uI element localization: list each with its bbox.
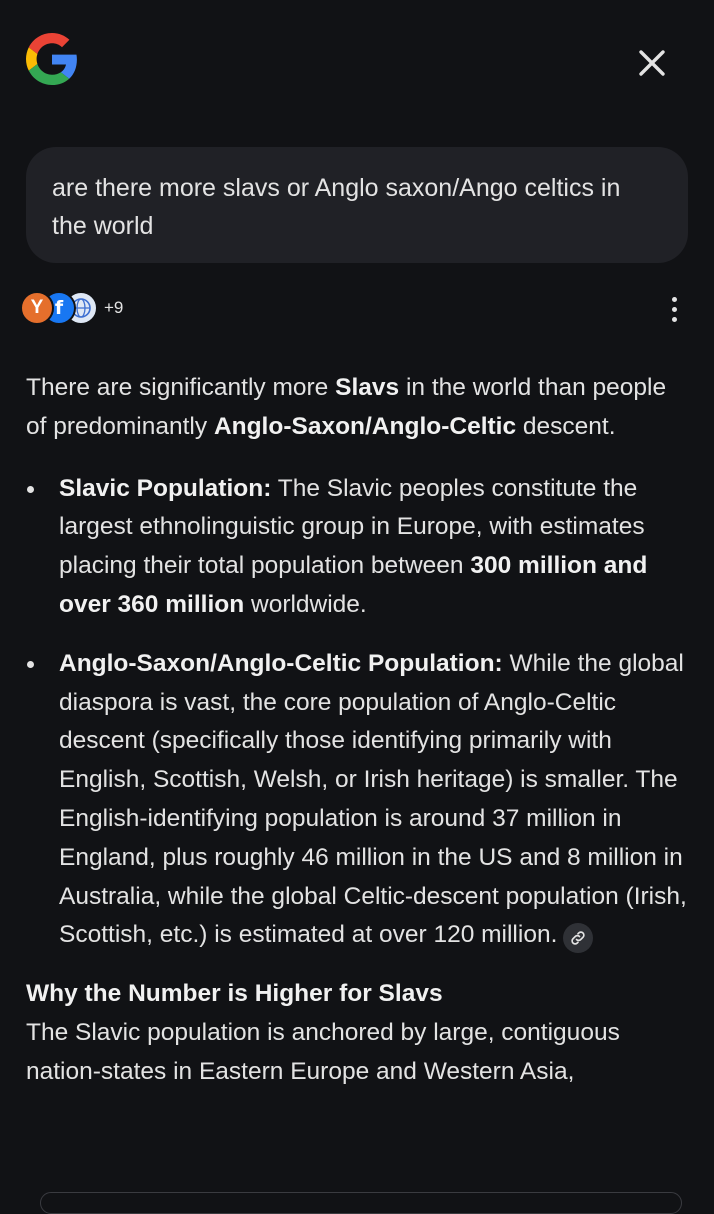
sources-button[interactable]: Y f +9 (20, 290, 123, 326)
ai-answer: There are significantly more Slavs in th… (26, 369, 688, 1092)
link-icon (571, 931, 586, 946)
close-icon (639, 50, 665, 76)
answer-intro: There are significantly more Slavs in th… (26, 374, 667, 440)
bullet-anglo-population: Anglo-Saxon/Anglo-Celtic Population: Whi… (26, 645, 688, 955)
close-button[interactable] (630, 41, 674, 85)
google-logo-icon (26, 33, 78, 85)
more-vert-button[interactable] (660, 292, 688, 326)
answer-bullet-list: Slavic Population: The Slavic peoples co… (26, 470, 688, 956)
more-vert-icon (671, 296, 677, 302)
user-query-bubble: are there more slavs or Anglo saxon/Ango… (26, 147, 688, 263)
section-paragraph: The Slavic population is anchored by lar… (26, 1018, 620, 1085)
section-heading: Why the Number is Higher for Slavs (26, 980, 443, 1008)
bullet-slavic-population: Slavic Population: The Slavic peoples co… (26, 470, 688, 625)
user-query-text: are there more slavs or Anglo saxon/Ango… (52, 174, 621, 240)
y-source-icon: Y (20, 291, 54, 325)
bottom-input-edge (40, 1192, 682, 1214)
sources-more-count: +9 (104, 298, 124, 317)
source-link-button[interactable] (563, 923, 594, 954)
